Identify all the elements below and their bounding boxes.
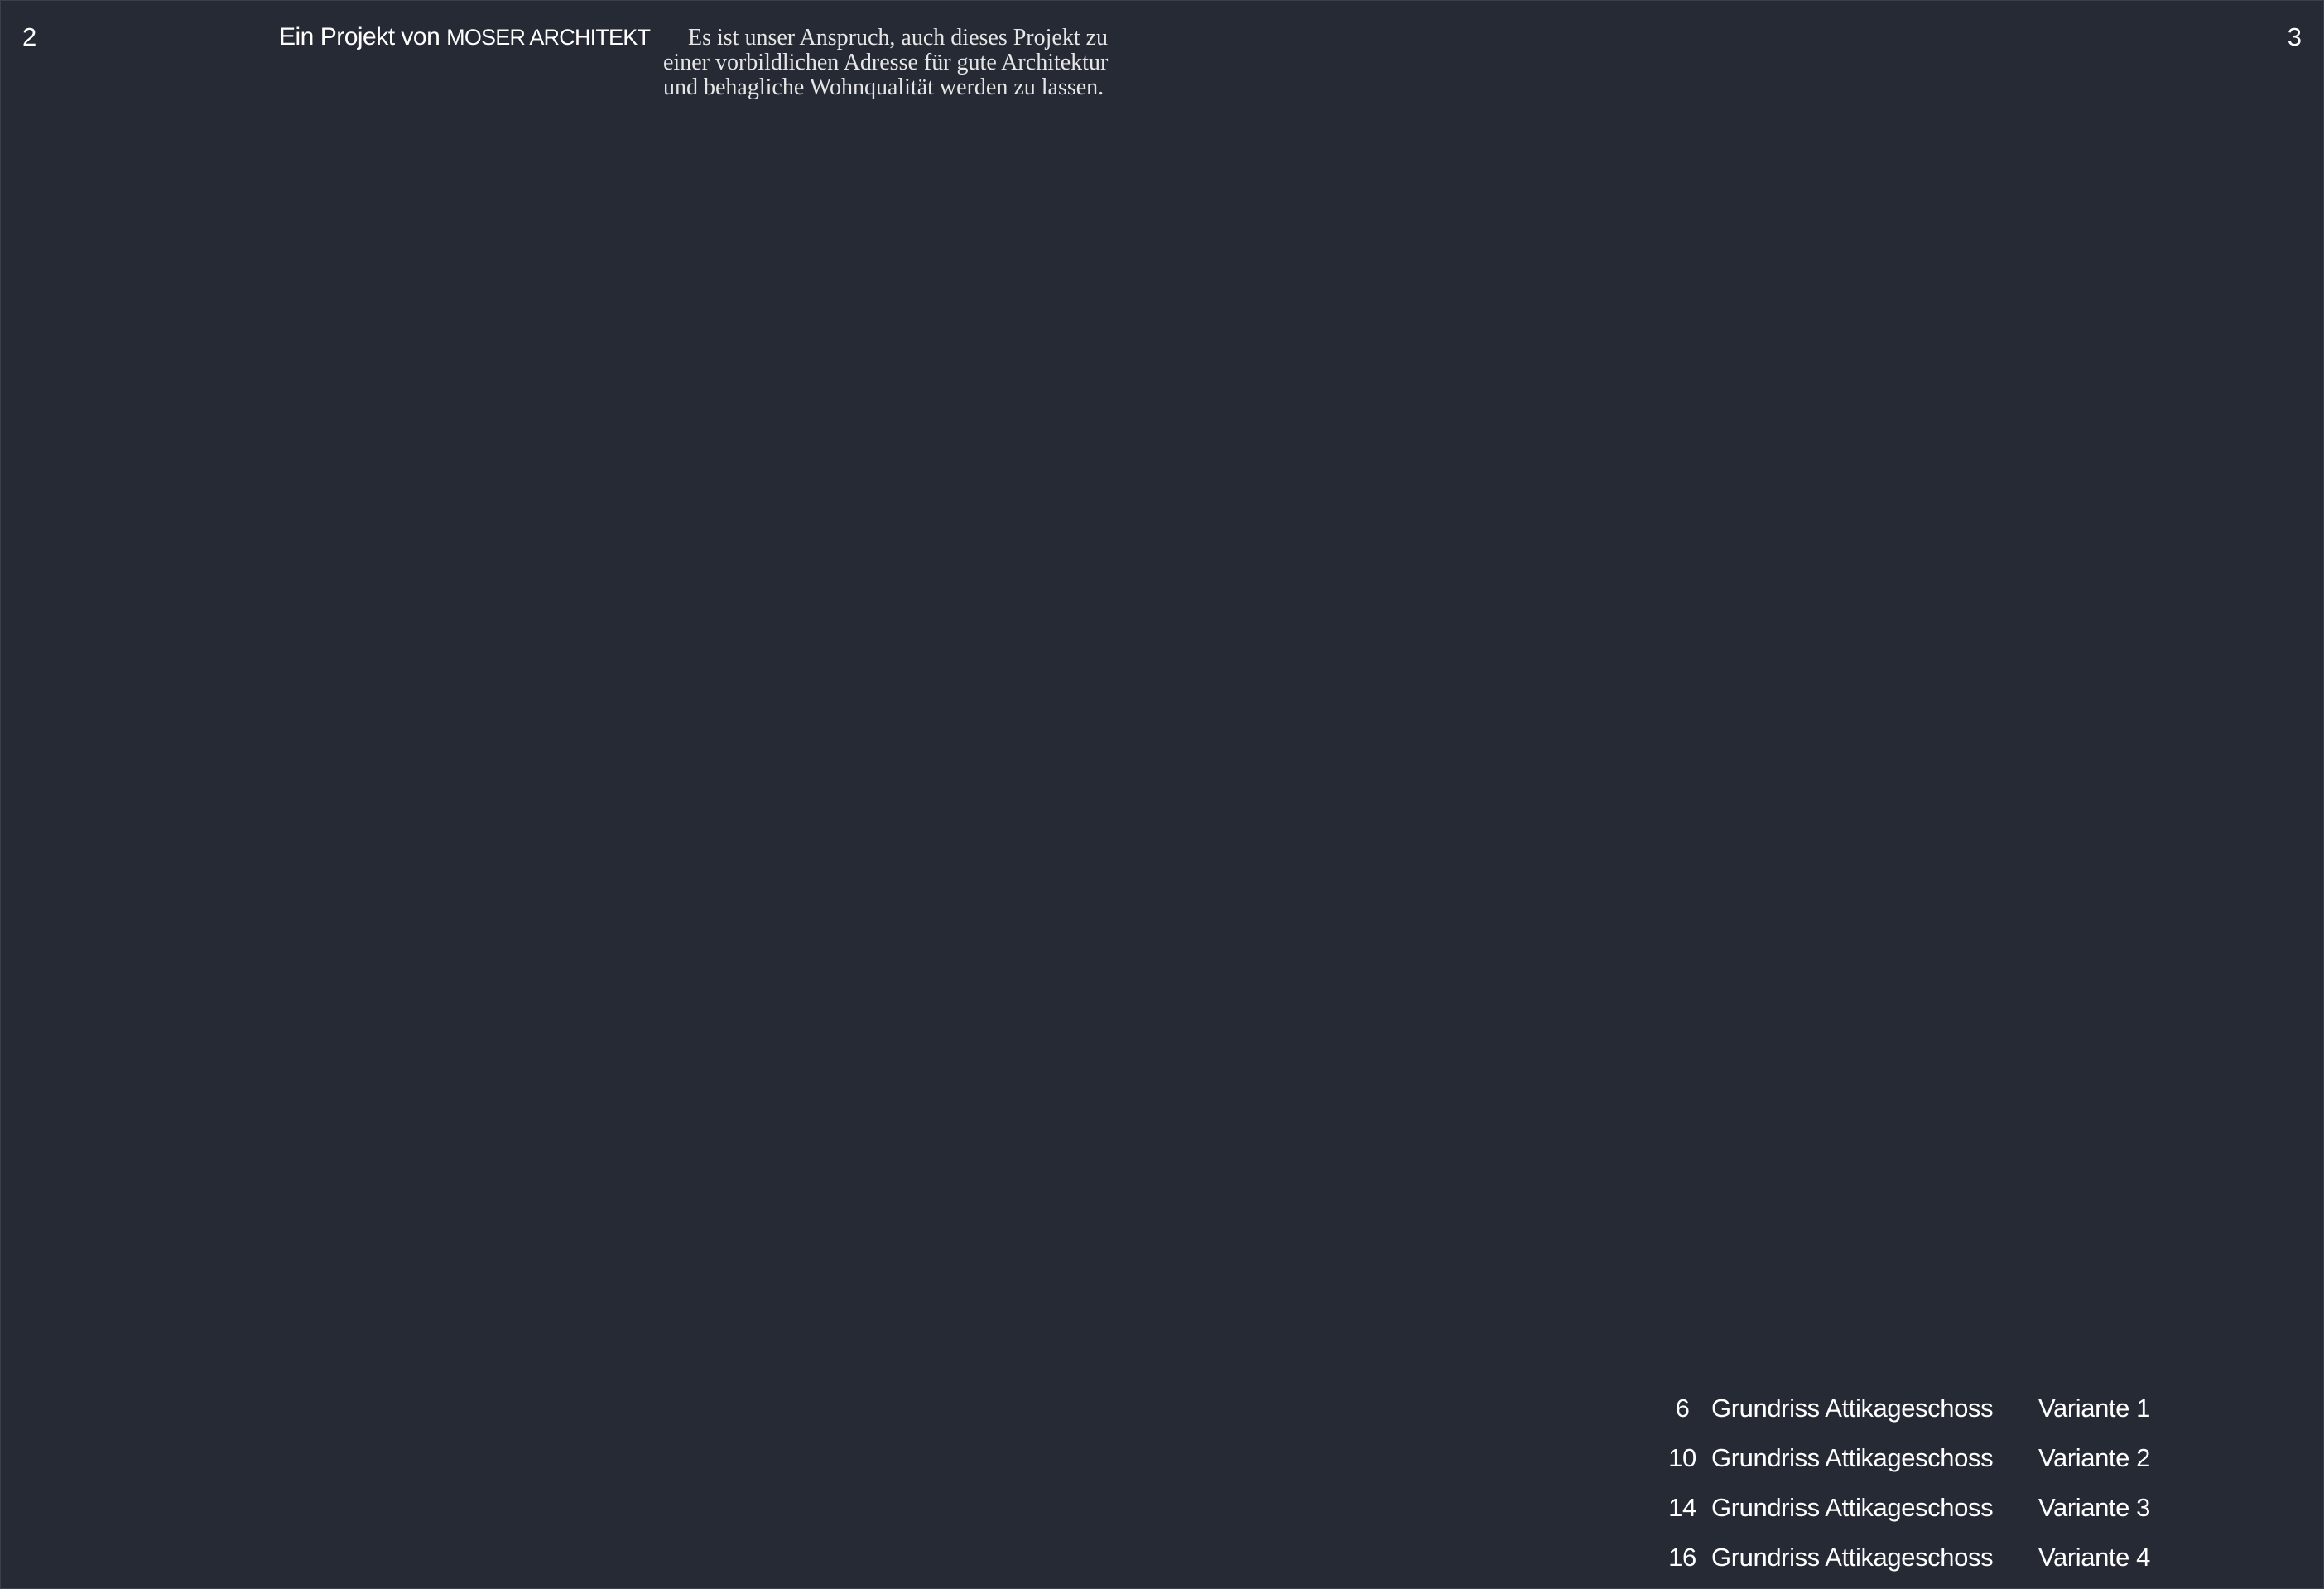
- toc-title: Grundriss Attikageschoss: [1711, 1493, 1994, 1522]
- toc-entry[interactable]: 6 Grundriss Attikageschoss Variante 1: [1653, 1384, 2187, 1433]
- toc-page-number: 14: [1668, 1493, 1696, 1522]
- toc-entry[interactable]: 10 Grundriss Attikageschoss Variante 2: [1653, 1433, 2187, 1483]
- toc-entry[interactable]: 16 Grundriss Attikageschoss Variante 4: [1653, 1533, 2187, 1582]
- toc-page-number: 16: [1668, 1543, 1696, 1572]
- brochure-spread: 2 Ein Projekt von MOSER ARCHITEKT Es ist…: [0, 0, 2324, 1589]
- toc-page-number: 10: [1668, 1443, 1696, 1472]
- toc-variant: Variante 4: [2038, 1543, 2151, 1572]
- credit-prefix: Ein Projekt von: [279, 23, 440, 51]
- toc-title: Grundriss Attikageschoss: [1711, 1543, 1994, 1572]
- toc-page-number: 6: [1675, 1394, 1690, 1423]
- toc-title: Grundriss Attikageschoss: [1711, 1394, 1994, 1423]
- intro-paragraph: Es ist unser Anspruch, auch dieses Proje…: [663, 25, 1109, 100]
- toc-title: Grundriss Attikageschoss: [1711, 1443, 1994, 1472]
- toc-variant: Variante 2: [2038, 1443, 2151, 1472]
- page-number-left: 2: [22, 22, 37, 51]
- page-number-right: 3: [2287, 22, 2302, 51]
- architect-firm-name: MOSER ARCHITEKT: [446, 25, 651, 50]
- toc-variant: Variante 3: [2038, 1493, 2151, 1522]
- project-credit: Ein Projekt von MOSER ARCHITEKT: [279, 21, 651, 54]
- toc-variant: Variante 1: [2038, 1394, 2151, 1423]
- table-of-contents: 6 Grundriss Attikageschoss Variante 1 10…: [1653, 1384, 2187, 1582]
- toc-entry[interactable]: 14 Grundriss Attikageschoss Variante 3: [1653, 1483, 2187, 1533]
